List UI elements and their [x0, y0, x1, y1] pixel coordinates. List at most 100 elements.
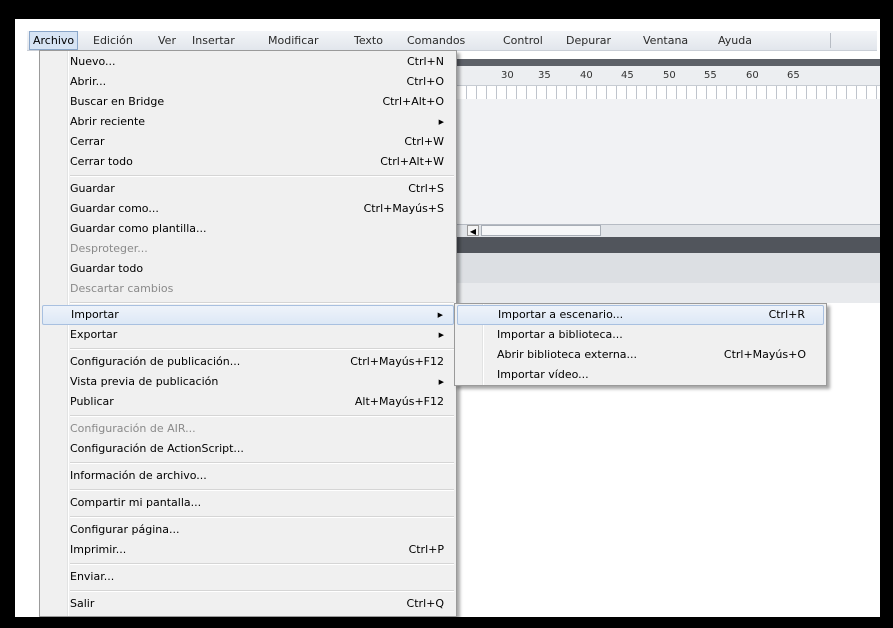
menu-depurar[interactable]: Depurar	[563, 31, 614, 50]
menu-item-vista-previa[interactable]: Vista previa de publicación ▶	[42, 372, 454, 392]
menu-item-label: Enviar...	[70, 570, 115, 583]
menu-item-label: Vista previa de publicación	[70, 375, 219, 388]
menu-item-label: Descartar cambios	[70, 282, 174, 295]
menu-item-cerrar[interactable]: Cerrar Ctrl+W	[42, 132, 454, 152]
shortcut-label: Ctrl+N	[406, 55, 444, 68]
submenu-item-importar-escenario[interactable]: Importar a escenario... Ctrl+R	[457, 305, 824, 325]
menu-item-label: Abrir biblioteca externa...	[497, 348, 638, 361]
shortcut-label: Ctrl+Alt+W	[380, 155, 444, 168]
menu-item-label: Configuración de ActionScript...	[70, 442, 244, 455]
submenu-item-importar-biblioteca[interactable]: Importar a biblioteca...	[457, 325, 824, 345]
menu-control[interactable]: Control	[500, 31, 546, 50]
submenu-arrow-icon: ▶	[438, 331, 444, 339]
menu-item-label: Configuración de AIR...	[70, 422, 196, 435]
menu-item-buscar-bridge[interactable]: Buscar en Bridge Ctrl+Alt+O	[42, 92, 454, 112]
menu-separator	[70, 175, 454, 177]
horizontal-scrollbar[interactable]: ◀	[457, 224, 880, 238]
ruler-number: 40	[580, 70, 593, 81]
shortcut-label: Ctrl+P	[408, 543, 444, 556]
menu-item-label: Abrir...	[70, 75, 107, 88]
menu-item-label: Configurar página...	[70, 523, 180, 536]
menu-item-label: Información de archivo...	[70, 469, 207, 482]
menu-item-exportar[interactable]: Exportar ▶	[42, 325, 454, 345]
menu-separator	[70, 302, 454, 304]
menu-item-info-archivo[interactable]: Información de archivo...	[42, 466, 454, 486]
ruler-number: 55	[704, 70, 717, 81]
menu-item-desproteger: Desproteger...	[42, 239, 454, 259]
menu-ventana[interactable]: Ventana	[640, 31, 691, 50]
submenu-arrow-icon: ▶	[438, 378, 444, 386]
menu-ayuda[interactable]: Ayuda	[715, 31, 755, 50]
menu-item-importar[interactable]: Importar ▶	[42, 305, 454, 325]
scroll-left-icon[interactable]: ◀	[467, 225, 479, 236]
menu-item-label: Importar vídeo...	[497, 368, 589, 381]
shortcut-label: Ctrl+Mayús+S	[363, 202, 444, 215]
menu-item-label: Desproteger...	[70, 242, 148, 255]
menu-item-label: Cerrar	[70, 135, 105, 148]
scroll-thumb[interactable]	[481, 225, 601, 236]
import-submenu: Importar a escenario... Ctrl+R Importar …	[454, 303, 827, 386]
shortcut-label: Ctrl+R	[768, 308, 805, 321]
shortcut-label: Alt+Mayús+F12	[354, 395, 444, 408]
menu-texto[interactable]: Texto	[351, 31, 386, 50]
menu-item-label: Guardar como plantilla...	[70, 222, 207, 235]
shortcut-label: Ctrl+Mayús+O	[723, 348, 806, 361]
menubar-separator	[830, 33, 831, 48]
menu-item-config-actionscript[interactable]: Configuración de ActionScript...	[42, 439, 454, 459]
panel-header	[457, 237, 880, 253]
timeline-ruler: 30 35 40 45 50 55 60 65	[457, 59, 880, 100]
menu-item-label: Abrir reciente	[70, 115, 146, 128]
menu-item-cerrar-todo[interactable]: Cerrar todo Ctrl+Alt+W	[42, 152, 454, 172]
menu-item-label: Nuevo...	[70, 55, 116, 68]
menu-edicion[interactable]: Edición	[90, 31, 136, 50]
menu-item-descartar-cambios: Descartar cambios	[42, 279, 454, 299]
shortcut-label: Ctrl+Q	[406, 597, 444, 610]
menu-ver[interactable]: Ver	[155, 31, 179, 50]
menu-item-label: Cerrar todo	[70, 155, 133, 168]
menu-item-publicar[interactable]: Publicar Alt+Mayús+F12	[42, 392, 454, 412]
menu-item-guardar-todo[interactable]: Guardar todo	[42, 259, 454, 279]
ruler-number: 35	[538, 70, 551, 81]
menu-item-label: Compartir mi pantalla...	[70, 496, 202, 509]
menu-item-salir[interactable]: Salir Ctrl+Q	[42, 594, 454, 614]
application-window: Archivo Edición Ver Insertar Modificar T…	[12, 16, 883, 620]
menu-item-config-publicacion[interactable]: Configuración de publicación... Ctrl+May…	[42, 352, 454, 372]
menu-item-nuevo[interactable]: Nuevo... Ctrl+N	[42, 52, 454, 72]
timeline-header	[457, 59, 880, 66]
menu-item-label: Guardar	[70, 182, 115, 195]
stage-toolbar	[457, 283, 880, 303]
menu-item-label: Guardar todo	[70, 262, 144, 275]
shortcut-label: Ctrl+S	[408, 182, 444, 195]
menu-separator	[70, 516, 454, 518]
menu-item-imprimir[interactable]: Imprimir... Ctrl+P	[42, 540, 454, 560]
menu-item-label: Imprimir...	[70, 543, 127, 556]
ruler-number: 50	[663, 70, 676, 81]
ruler-number: 30	[501, 70, 514, 81]
shortcut-label: Ctrl+Mayús+F12	[350, 355, 444, 368]
menu-archivo[interactable]: Archivo	[29, 31, 79, 50]
menu-item-guardar-como[interactable]: Guardar como... Ctrl+Mayús+S	[42, 199, 454, 219]
ruler-number: 60	[746, 70, 759, 81]
menu-item-config-air: Configuración de AIR...	[42, 419, 454, 439]
menu-item-label: Publicar	[70, 395, 114, 408]
menu-item-compartir-pantalla[interactable]: Compartir mi pantalla...	[42, 493, 454, 513]
menu-item-label: Guardar como...	[70, 202, 159, 215]
menu-item-configurar-pagina[interactable]: Configurar página...	[42, 520, 454, 540]
menu-separator	[70, 415, 454, 417]
menu-item-label: Configuración de publicación...	[70, 355, 241, 368]
menu-comandos[interactable]: Comandos	[404, 31, 468, 50]
submenu-item-importar-video[interactable]: Importar vídeo...	[457, 365, 824, 385]
menu-item-label: Buscar en Bridge	[70, 95, 165, 108]
menu-item-guardar-plantilla[interactable]: Guardar como plantilla...	[42, 219, 454, 239]
menu-item-label: Importar a biblioteca...	[497, 328, 623, 341]
timeline-frames[interactable]	[457, 85, 880, 100]
menu-modificar[interactable]: Modificar	[265, 31, 322, 50]
submenu-item-abrir-biblioteca-externa[interactable]: Abrir biblioteca externa... Ctrl+Mayús+O	[457, 345, 824, 365]
menu-item-guardar[interactable]: Guardar Ctrl+S	[42, 179, 454, 199]
menu-item-enviar[interactable]: Enviar...	[42, 567, 454, 587]
menu-item-label: Exportar	[70, 328, 118, 341]
menu-item-label: Importar a escenario...	[498, 308, 624, 321]
menu-insertar[interactable]: Insertar	[189, 31, 238, 50]
menu-item-abrir[interactable]: Abrir... Ctrl+O	[42, 72, 454, 92]
menu-item-abrir-reciente[interactable]: Abrir reciente ▶	[42, 112, 454, 132]
